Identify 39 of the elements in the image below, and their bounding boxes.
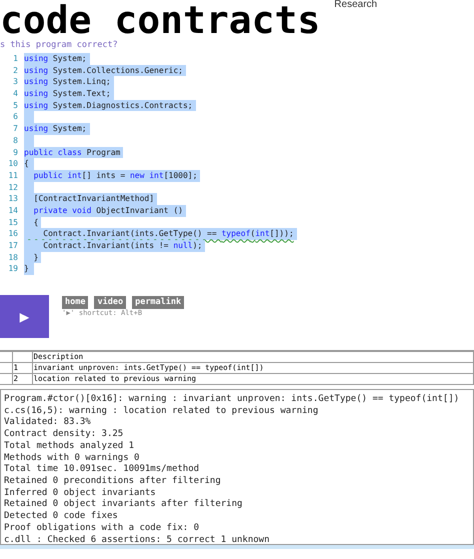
output-line: Validated: 83.3% [4,417,92,429]
line-number: 18 [7,252,19,264]
line-number: 5 [12,100,19,112]
line-number: 12 [7,182,19,194]
line-number: 2 [12,64,19,76]
line-number: 4 [12,88,19,100]
line-number: 8 [12,134,19,147]
output-line: Methods with 0 warnings 0 [4,452,140,464]
line-number: 17 [7,240,19,252]
output-line: Detected 0 code fixes [4,511,119,523]
line-number: 3 [12,76,19,88]
brand-label: Research [334,0,378,10]
line-number: 6 [12,111,19,124]
output-line: c.cs(16,5): warning : location related to previous warning [4,406,320,417]
line-number: 19 [7,263,19,276]
line-number: 14 [7,204,19,217]
nav-link[interactable]: home [62,296,88,310]
output-line: Program.#ctor()[0x16]: warning : invariant unproven: ints.GetType() == typeof(int[]) [4,394,460,406]
nav-link[interactable]: permalink [132,296,184,310]
output-line: Inferred 0 object invariants [4,488,157,499]
line-number: 9 [12,146,19,158]
line-number: 11 [7,170,19,182]
question-text: s this program correct? [0,40,119,51]
output-line: c.dll : Checked 6 assertions: 5 correct 1 unknown [4,534,271,546]
output-line: Retained 0 object invariants after filtering [4,499,244,511]
line-number: 10 [7,158,19,170]
page-title: code contracts [0,0,320,40]
output-line: Retained 0 preconditions after filtering [4,476,222,488]
line-number: 15 [7,216,19,228]
play-button[interactable]: ▶ [0,295,49,338]
output-line: Total methods analyzed 1 [4,440,136,453]
line-number: 1 [12,53,19,65]
nav-link[interactable]: video [94,296,126,310]
output-line: Contract density: 3.25 [4,429,124,441]
output-line: Total time 10.091sec. 10091ms/method [4,464,200,476]
line-number: 13 [7,193,19,205]
output-line: Proof obligations with a code fix: 0 [4,522,200,534]
line-number: 7 [12,123,19,135]
line-number: 16 [7,228,19,240]
